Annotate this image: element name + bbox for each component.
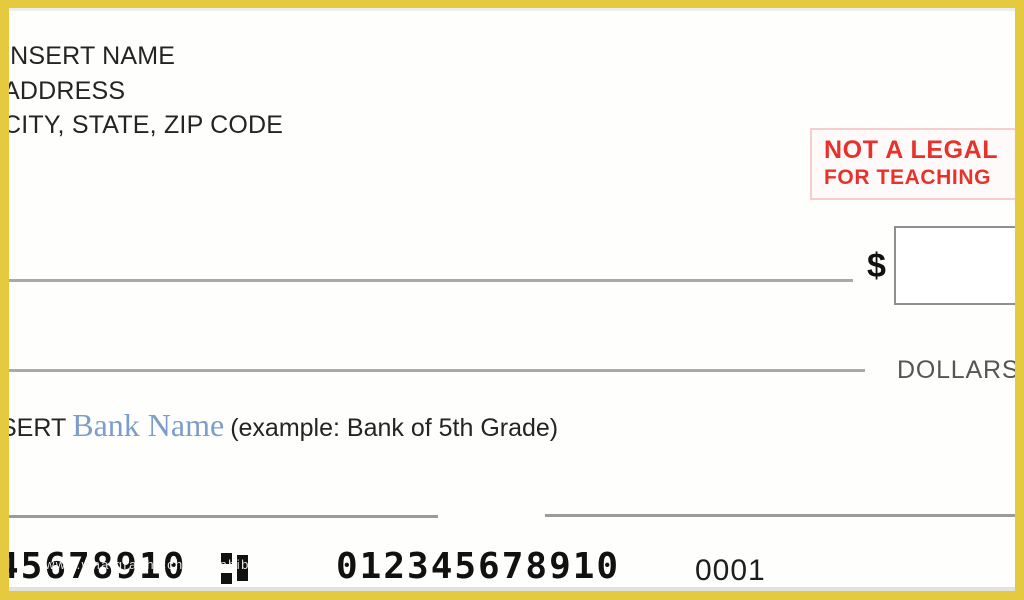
image-frame-bottom: [0, 591, 1024, 600]
payer-information-block: INSERT NAME ADDRESS CITY, STATE, ZIP COD…: [9, 39, 283, 143]
not-a-legal-document-stamp: NOT A LEGAL FOR TEACHING: [810, 128, 1015, 200]
bank-name-example-text: (example: Bank of 5th Grade): [230, 414, 559, 442]
check-template-image: INSERT NAME ADDRESS CITY, STATE, ZIP COD…: [0, 0, 1024, 600]
signature-line[interactable]: [545, 514, 1015, 517]
bank-name-line: SERTBank Name(example: Bank of 5th Grade…: [9, 407, 558, 444]
micr-account-number: 012345678910: [336, 546, 621, 587]
amount-in-words-line[interactable]: [9, 369, 865, 372]
amount-numeric-box[interactable]: [894, 226, 1015, 305]
bank-name-placeholder[interactable]: Bank Name: [66, 407, 230, 443]
payer-city-state-zip-placeholder[interactable]: CITY, STATE, ZIP CODE: [9, 108, 283, 143]
pay-to-the-order-of-line[interactable]: [9, 279, 853, 282]
bank-insert-label: SERT: [9, 414, 67, 442]
micr-check-number: 0001: [695, 554, 766, 587]
memo-line[interactable]: [9, 515, 438, 518]
check-face: INSERT NAME ADDRESS CITY, STATE, ZIP COD…: [9, 11, 1015, 587]
source-watermark: www.whatgraphicchristianbible.com: [45, 557, 297, 572]
image-frame-top: [0, 0, 1024, 8]
dollar-sign: $: [867, 247, 886, 285]
payer-address-placeholder[interactable]: ADDRESS: [9, 74, 283, 109]
image-inner-top-shadow: [9, 8, 1015, 11]
dollars-label: DOLLARS: [897, 356, 1015, 384]
payer-name-placeholder[interactable]: INSERT NAME: [9, 39, 283, 74]
image-frame-right: [1015, 0, 1024, 600]
stamp-line-2: FOR TEACHING: [824, 165, 992, 189]
image-frame-left: [0, 0, 9, 600]
stamp-line-1: NOT A LEGAL: [824, 136, 999, 164]
